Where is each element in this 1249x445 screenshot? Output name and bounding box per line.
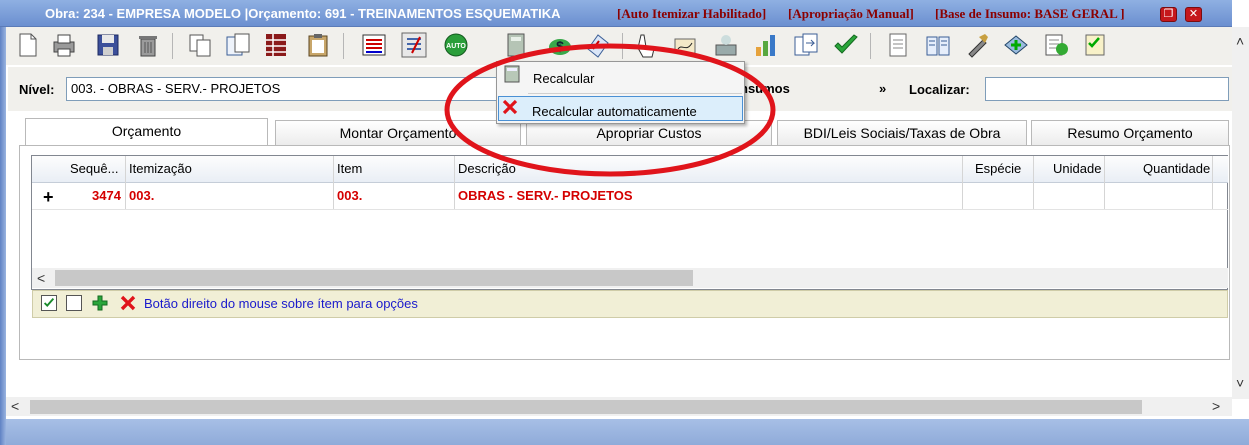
save-icon[interactable] <box>94 31 122 59</box>
column-header-descricao[interactable]: Descrição <box>458 161 516 176</box>
check-icon[interactable] <box>832 31 860 59</box>
tab-bdi[interactable]: BDI/Leis Sociais/Taxas de Obra <box>777 120 1027 145</box>
svg-text:AUTO: AUTO <box>446 43 466 50</box>
column-divider <box>1033 156 1034 210</box>
flag-auto-itemizar: [Auto Itemizar Habilitado] <box>617 6 767 21</box>
paste-icon[interactable] <box>224 31 252 59</box>
window-left-border <box>0 0 6 445</box>
add-icon[interactable] <box>91 294 109 312</box>
document-lines-icon[interactable] <box>884 31 912 59</box>
trash-icon[interactable] <box>134 31 162 59</box>
level-field[interactable]: 003. - OBRAS - SERV.- PROJETOS <box>66 77 566 101</box>
insumos-label: nsumos <box>740 81 790 96</box>
title-bar: Obra: 234 - EMPRESA MODELO |Orçamento: 6… <box>0 0 1232 27</box>
cell-item: 003. <box>337 188 363 203</box>
tab-montar-orcamento[interactable]: Montar Orçamento <box>275 120 521 145</box>
scroll-up-arrow[interactable]: ˄ <box>1236 33 1244 49</box>
grid-scroll-left-arrow[interactable]: < <box>37 270 45 286</box>
sort-icon[interactable] <box>400 31 428 59</box>
restore-button[interactable]: ❐ <box>1160 7 1177 22</box>
scroll-left-arrow[interactable]: < <box>11 398 19 414</box>
auto-icon[interactable]: AUTO <box>442 31 470 59</box>
vertical-scrollbar[interactable]: ˄ ˅ <box>1232 27 1249 399</box>
cell-descricao: OBRAS - SERV.- PROJETOS <box>458 188 633 203</box>
column-divider <box>962 156 963 210</box>
status-bar <box>6 419 1249 445</box>
menu-separator <box>528 93 742 94</box>
calculator-icon[interactable] <box>502 31 530 59</box>
cell-itemizacao: 003. <box>129 188 155 203</box>
svg-text:$: $ <box>556 38 564 54</box>
pointer-hand-icon[interactable] <box>633 31 661 59</box>
uncheck-all-checkbox[interactable] <box>66 295 82 311</box>
column-divider <box>125 156 126 210</box>
money-sheet-icon[interactable] <box>1042 31 1070 59</box>
grid-header <box>32 156 1228 183</box>
cell-sequencia: 3474 <box>92 188 121 203</box>
column-divider <box>1212 156 1213 210</box>
column-header-especie[interactable]: Espécie <box>975 161 1021 176</box>
menu-label-recalcular-automaticamente: Recalcular automaticamente <box>532 104 697 119</box>
scroll-down-arrow[interactable]: ˅ <box>1236 375 1244 391</box>
stamp-icon[interactable] <box>712 31 740 59</box>
window-title: Obra: 234 - EMPRESA MODELO |Orçamento: 6… <box>45 6 561 21</box>
horizontal-scroll-thumb[interactable] <box>30 400 1142 414</box>
toolbar-separator <box>172 33 173 59</box>
close-x-icon <box>501 98 519 116</box>
menu-label-recalcular: Recalcular <box>533 71 595 86</box>
calculator-icon <box>503 65 521 83</box>
spreadsheet-red-icon[interactable] <box>262 31 290 59</box>
book-icon[interactable] <box>924 31 952 59</box>
scroll-right-arrow[interactable]: > <box>1212 398 1220 414</box>
export-icon[interactable] <box>792 31 820 59</box>
search-input[interactable] <box>985 77 1229 101</box>
toolbar-separator <box>622 33 623 59</box>
list-lines-icon[interactable] <box>360 31 388 59</box>
column-header-itemizacao[interactable]: Itemização <box>129 161 192 176</box>
tab-orcamento[interactable]: Orçamento <box>25 118 268 146</box>
flag-apropriacao: [Apropriação Manual] <box>788 6 914 21</box>
signature-icon[interactable] <box>672 31 700 59</box>
toolbar-separator <box>343 33 344 59</box>
clipboard-icon[interactable] <box>304 31 332 59</box>
footer-hint: Botão direito do mouse sobre ítem para o… <box>144 296 418 311</box>
toolbar: AUTO $ <box>6 27 1232 65</box>
money-icon[interactable]: $ <box>546 31 574 59</box>
search-label: Localizar: <box>909 82 970 97</box>
column-divider <box>1104 156 1105 210</box>
copy-icon[interactable] <box>186 31 214 59</box>
insumos-arrow[interactable]: » <box>879 81 886 96</box>
check-all-checkbox[interactable] <box>41 295 57 311</box>
delete-icon[interactable] <box>119 294 137 312</box>
column-header-item[interactable]: Item <box>337 161 362 176</box>
column-divider <box>454 156 455 210</box>
bar-chart-icon[interactable] <box>752 31 780 59</box>
print-icon[interactable] <box>50 31 78 59</box>
column-header-unidade[interactable]: Unidade <box>1053 161 1101 176</box>
add-item-icon[interactable] <box>1002 31 1030 59</box>
grid-scroll-thumb[interactable] <box>55 270 693 286</box>
tools-icon[interactable] <box>964 31 992 59</box>
checklist-icon[interactable] <box>1082 31 1110 59</box>
level-label: Nível: <box>19 82 55 97</box>
column-divider <box>333 156 334 210</box>
column-header-sequencia[interactable]: Sequê... <box>70 161 118 176</box>
close-button[interactable]: ✕ <box>1185 7 1202 22</box>
column-header-quantidade[interactable]: Quantidade <box>1143 161 1210 176</box>
toolbar-separator <box>870 33 871 59</box>
new-document-icon[interactable] <box>14 31 42 59</box>
tab-resumo-orcamento[interactable]: Resumo Orçamento <box>1031 120 1229 145</box>
row-expander[interactable]: + <box>43 187 54 208</box>
row-divider <box>32 209 1228 210</box>
pencil-icon[interactable] <box>584 31 612 59</box>
flag-base-insumo: [Base de Insumo: BASE GERAL ] <box>935 6 1125 21</box>
